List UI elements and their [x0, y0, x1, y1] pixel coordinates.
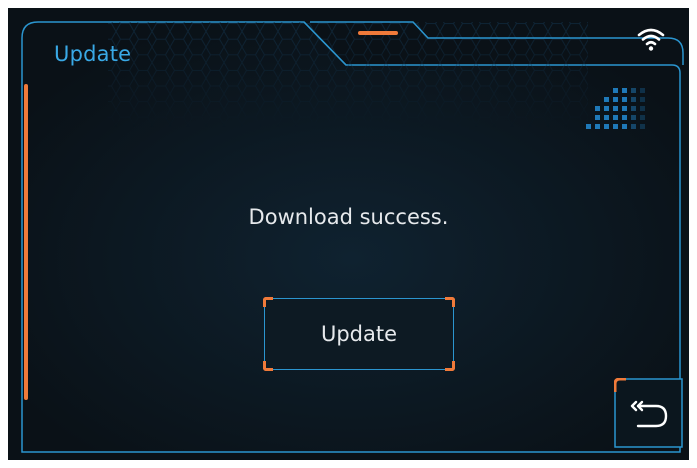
tab-accent	[358, 31, 398, 35]
page-title: Update	[54, 42, 132, 66]
status-message: Download success.	[248, 205, 449, 229]
button-corner-accent	[263, 361, 273, 371]
panel-frame	[21, 21, 684, 453]
wifi-icon	[637, 28, 665, 51]
left-accent-bar	[24, 84, 28, 400]
button-corner-accent	[445, 361, 455, 371]
back-button[interactable]	[614, 378, 684, 448]
update-button-label: Update	[320, 322, 398, 346]
update-button[interactable]: Update	[263, 297, 455, 371]
button-corner-accent	[263, 297, 273, 307]
button-corner-accent	[445, 297, 455, 307]
dot-matrix-decoration	[586, 88, 645, 129]
update-screen: Update Download success. Update	[8, 8, 689, 460]
